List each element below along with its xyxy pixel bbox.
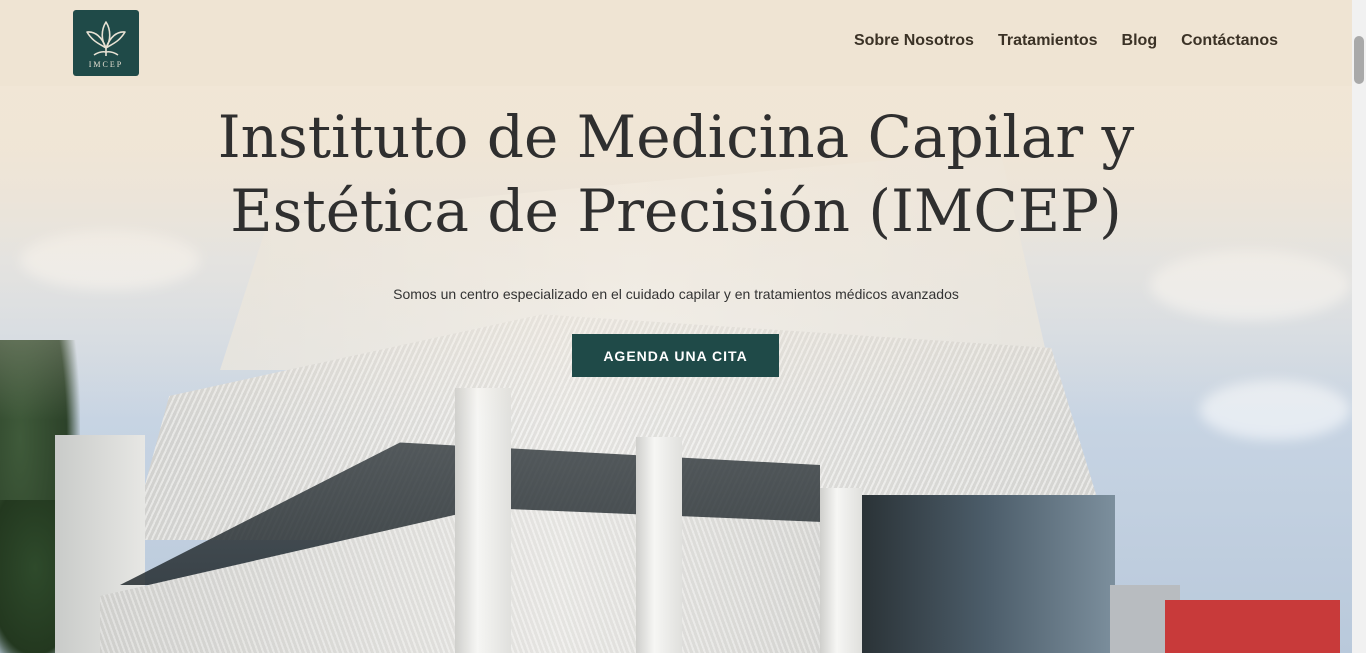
nav-blog[interactable]: Blog [1122, 32, 1158, 50]
hero-subtitle: Somos un centro especializado en el cuid… [393, 286, 959, 302]
hero-background-image [0, 0, 1352, 653]
site-header: IMCEP Sobre Nosotros Tratamientos Blog C… [0, 0, 1352, 86]
page-scrollbar[interactable] [1352, 0, 1366, 653]
hero-title: Instituto de Medicina Capilar y Estética… [217, 103, 1135, 245]
main-nav: Sobre Nosotros Tratamientos Blog Contáct… [854, 32, 1278, 50]
agenda-cita-button[interactable]: AGENDA UNA CITA [572, 334, 779, 377]
lotus-leaf-icon [86, 20, 126, 56]
logo[interactable]: IMCEP [73, 10, 139, 76]
hero-overlay [0, 0, 1352, 653]
scrollbar-thumb[interactable] [1354, 36, 1364, 84]
nav-tratamientos[interactable]: Tratamientos [998, 32, 1098, 50]
logo-text: IMCEP [88, 59, 124, 69]
nav-sobre-nosotros[interactable]: Sobre Nosotros [854, 32, 974, 50]
nav-contactanos[interactable]: Contáctanos [1181, 32, 1278, 50]
